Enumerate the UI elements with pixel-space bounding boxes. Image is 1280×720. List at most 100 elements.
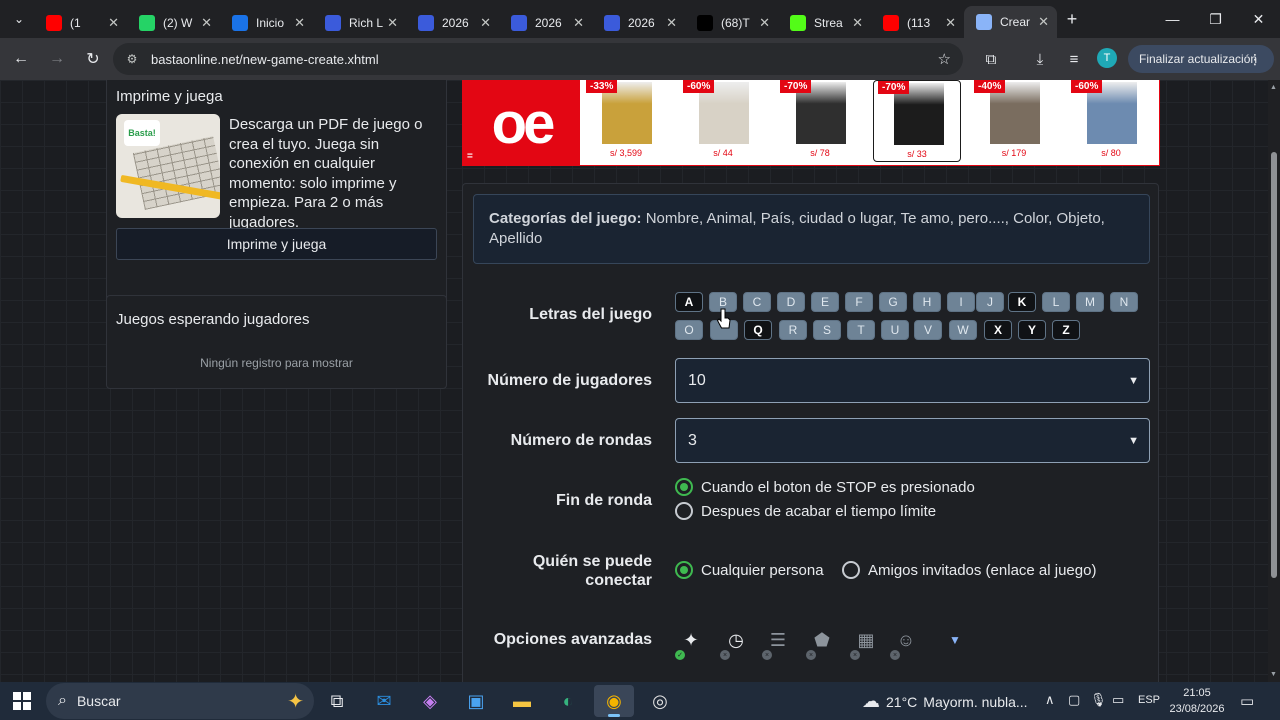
letter-toggle[interactable]: U [881,320,909,340]
url-text[interactable]: bastaonline.net/new-game-create.xhtml [151,52,379,67]
who-option-anyone[interactable]: Cualquier persona [675,561,824,579]
task-view-icon[interactable]: ⧉ [317,685,357,717]
scroll-up-icon[interactable]: ▲ [1270,84,1277,91]
letter-toggle[interactable]: O [675,320,703,340]
letter-toggle[interactable]: L [1042,292,1070,312]
close-tab-icon[interactable]: ✕ [852,15,863,31]
ad-product[interactable]: -60% s/ 44 [679,80,767,162]
reload-button[interactable]: ↻ [76,42,110,76]
letter-toggle[interactable]: K [1008,292,1036,312]
close-tab-icon[interactable]: ✕ [573,15,584,31]
clock-icon[interactable]: ◷ × [720,626,750,660]
letter-toggle[interactable]: J [976,292,1004,312]
letter-toggle[interactable]: V [914,320,942,340]
bookmark-star-icon[interactable]: ☆ [938,50,951,68]
store-icon[interactable]: ▣ [456,685,496,717]
letter-toggle[interactable]: F [845,292,873,312]
close-tab-icon[interactable]: ✕ [387,15,398,31]
close-window-button[interactable]: ✕ [1237,0,1280,38]
letter-toggle[interactable]: C [743,292,771,312]
calendar-icon[interactable]: ▦ × [850,626,880,660]
notifications-icon[interactable]: ▭ [1240,692,1254,710]
close-tab-icon[interactable]: ✕ [666,15,677,31]
scrollbar-thumb[interactable] [1271,152,1277,578]
rounds-select[interactable]: 3 ▼ [675,418,1150,463]
letter-toggle[interactable]: D [777,292,805,312]
ad-brand-logo[interactable]: oe = [463,80,580,166]
close-tab-icon[interactable]: ✕ [945,15,956,31]
ad-product[interactable]: -70% s/ 33 [873,80,961,162]
browser-tab[interactable]: 2026 ✕ [592,8,685,38]
minimize-button[interactable]: — [1151,0,1194,38]
browser-tab[interactable]: (2) W ✕ [127,8,220,38]
sparkle-icon[interactable]: ✦ ✓ [675,626,705,660]
tray-chevron-up-icon[interactable]: ∧ [1045,692,1055,708]
close-tab-icon[interactable]: ✕ [108,15,119,31]
close-tab-icon[interactable]: ✕ [201,15,212,31]
letter-toggle[interactable]: X [984,320,1012,340]
browser-tab[interactable]: 2026 ✕ [406,8,499,38]
who-option-friends[interactable]: Amigos invitados (enlace al juego) [842,561,1096,579]
browser-tab[interactable]: (1 ✕ [34,8,127,38]
round-end-option-time[interactable]: Despues de acabar el tiempo límite [675,502,936,520]
list-edit-icon[interactable]: ☰ × [762,626,792,660]
ad-banner[interactable]: oe = -33% s/ 3,599 -60% s/ 44 -70% s/ 78 -70% s… [462,80,1160,166]
ad-product[interactable]: -60% s/ 80 [1067,80,1155,162]
radio-unchecked[interactable] [675,502,693,520]
letter-toggle[interactable]: S [813,320,841,340]
shield-icon[interactable]: ⬟ × [806,626,836,660]
media-control-icon[interactable]: ≡ [1061,46,1087,72]
letter-toggle[interactable]: W [949,320,977,340]
copilot-icon[interactable]: ◈ [410,685,450,717]
close-tab-icon[interactable]: ✕ [294,15,305,31]
letter-toggle[interactable]: A [675,292,703,312]
site-info-icon[interactable]: ⚙ [117,52,147,66]
back-button[interactable]: ← [4,42,38,76]
maximize-button[interactable]: ❐ [1194,0,1237,38]
browser-tab[interactable]: (68)T ✕ [685,8,778,38]
update-button[interactable]: Finalizar actualización ⋮ [1128,45,1274,73]
chevron-down-icon[interactable]: ▼ [941,626,969,654]
letter-toggle[interactable]: Q [744,320,772,340]
browser-tab[interactable]: (113 ✕ [871,8,964,38]
radio-checked[interactable] [675,478,693,496]
profile-avatar[interactable]: T [1097,48,1117,68]
taskbar-search[interactable]: ⌕ Buscar ✦ [46,683,314,719]
new-tab-button[interactable]: + [1057,9,1087,30]
language-indicator[interactable]: ESP [1138,694,1160,706]
network-icon[interactable]: ▭ [1112,692,1124,708]
windows-start-icon[interactable] [13,692,31,710]
weather-widget[interactable]: ☁ 21°C Mayorm. nubla... [862,691,1028,712]
outlook-icon[interactable]: ✉ [364,685,404,717]
browser-tab[interactable]: Strea ✕ [778,8,871,38]
letter-toggle[interactable]: R [779,320,807,340]
clock[interactable]: 21:05 23/08/2026 [1164,685,1230,717]
browser-tab[interactable]: Rich L ✕ [313,8,406,38]
radio-checked[interactable] [675,561,693,579]
scroll-down-icon[interactable]: ▼ [1270,671,1277,678]
ad-product[interactable]: -40% s/ 179 [970,80,1058,162]
obs-icon[interactable]: ◎ [640,685,680,717]
players-select[interactable]: 10 ▼ [675,358,1150,403]
chrome-icon[interactable]: ◉ [594,685,634,717]
letter-toggle[interactable]: H [913,292,941,312]
close-tab-icon[interactable]: ✕ [1038,14,1049,30]
browser-tab[interactable]: Inicio ✕ [220,8,313,38]
download-icon[interactable]: ⤓ [1027,46,1053,72]
letter-toggle[interactable]: E [811,292,839,312]
edge-icon[interactable]: ◐ [548,685,588,717]
letter-toggle[interactable]: Z [1052,320,1080,340]
tab-search-button[interactable]: ⌄ [4,4,34,34]
letter-toggle[interactable]: N [1110,292,1138,312]
round-end-option-stop[interactable]: Cuando el boton de STOP es presionado [675,478,975,496]
print-and-play-button[interactable]: Imprime y juega [116,228,437,260]
letter-toggle[interactable]: Y [1018,320,1046,340]
more-menu-icon[interactable]: ⋮ [1248,51,1262,68]
letter-toggle[interactable]: G [879,292,907,312]
file-explorer-icon[interactable]: ▬ [502,685,542,717]
microphone-icon[interactable]: 🎙 [1090,692,1107,708]
letter-toggle[interactable]: M [1076,292,1104,312]
browser-tab[interactable]: 2026 ✕ [499,8,592,38]
close-tab-icon[interactable]: ✕ [759,15,770,31]
extensions-icon[interactable]: ⧉ [978,46,1004,72]
